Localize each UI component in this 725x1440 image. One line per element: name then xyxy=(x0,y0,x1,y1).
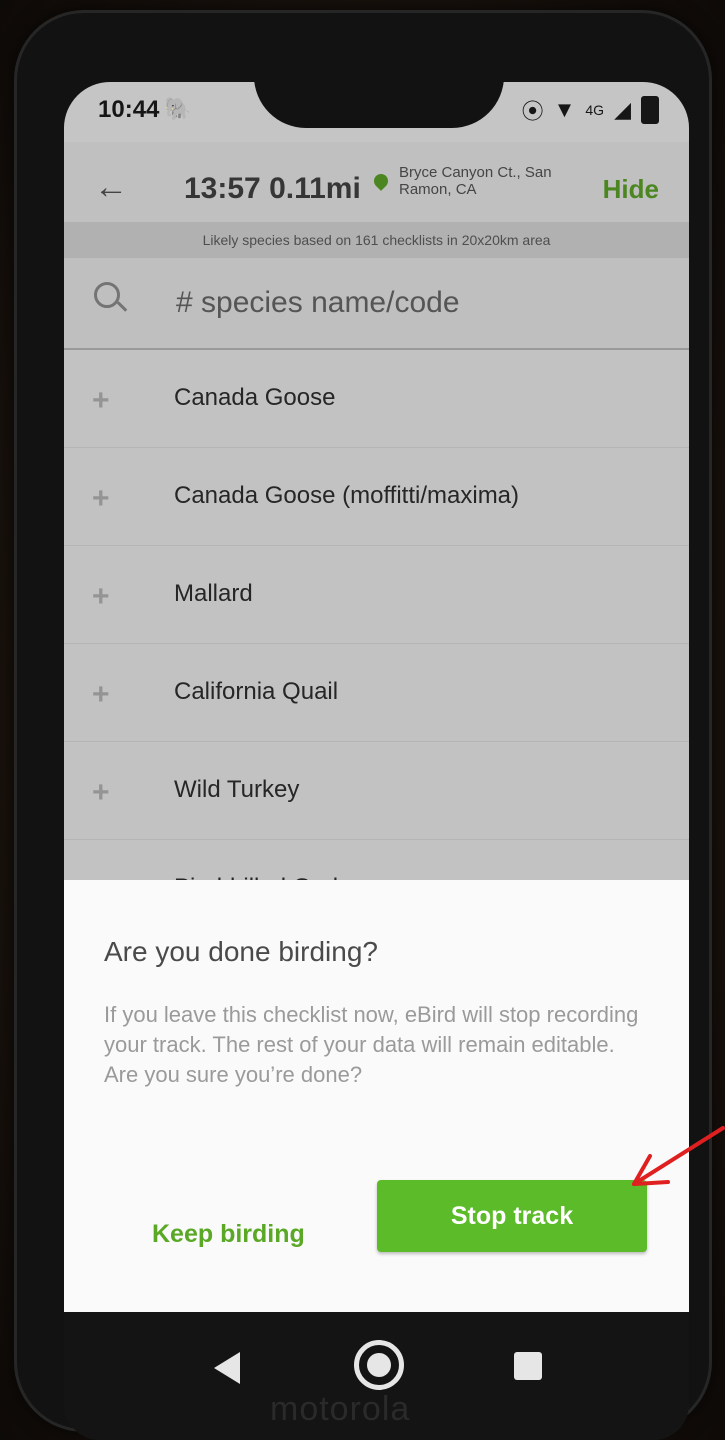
elephant-icon: 🐘 xyxy=(164,96,192,121)
device-brand: motorola xyxy=(270,1390,411,1428)
camera-notch xyxy=(254,82,504,128)
status-icons: ⦿ ▼ 4G ◢ xyxy=(522,94,659,126)
plus-icon[interactable]: + xyxy=(92,384,110,418)
species-name: Canada Goose (moffitti/maxima) xyxy=(174,482,520,509)
hide-button[interactable]: Hide xyxy=(603,174,659,205)
dialog-body: If you leave this checklist now, eBird w… xyxy=(104,1002,639,1087)
stop-track-button[interactable]: Stop track xyxy=(377,1180,647,1252)
wifi-icon: ▼ xyxy=(553,97,576,122)
dialog-title: Are you done birding? xyxy=(104,936,378,967)
plus-icon[interactable]: + xyxy=(92,580,110,614)
arrow-left-icon[interactable]: ← xyxy=(94,168,128,207)
plus-icon[interactable]: + xyxy=(92,482,110,516)
list-item[interactable]: + California Quail xyxy=(64,644,689,742)
trip-stats: 13:57 0.11mi xyxy=(184,172,361,205)
nav-home-icon[interactable] xyxy=(354,1340,404,1390)
location-label: Bryce Canyon Ct., San Ramon, CA xyxy=(399,164,552,198)
search-bar xyxy=(64,258,689,350)
plus-icon[interactable]: + xyxy=(92,776,110,810)
list-item[interactable]: + Wild Turkey xyxy=(64,742,689,840)
species-name: Mallard xyxy=(174,580,253,607)
nav-recents-icon[interactable] xyxy=(514,1352,542,1380)
location-icon: ⦿ xyxy=(521,99,544,124)
phone-body: 10:44 🐘 ⦿ ▼ 4G ◢ ← 13:57 0.11mi Bryce Ca… xyxy=(14,10,712,1440)
nav-back-icon[interactable] xyxy=(214,1352,240,1384)
species-name: California Quail xyxy=(174,678,339,705)
species-name: Canada Goose xyxy=(174,384,336,411)
list-item[interactable]: + Canada Goose (moffitti/maxima) xyxy=(64,448,689,546)
keep-birding-button[interactable]: Keep birding xyxy=(152,1220,305,1249)
confirm-dialog: Are you done birding? If you leave this … xyxy=(64,880,689,1312)
species-search-input[interactable] xyxy=(174,280,658,326)
list-item[interactable]: + Canada Goose xyxy=(64,350,689,448)
4g-icon: 4G xyxy=(585,102,605,118)
battery-icon xyxy=(641,96,659,124)
plus-icon[interactable]: + xyxy=(92,678,110,712)
phone-screen: 10:44 🐘 ⦿ ▼ 4G ◢ ← 13:57 0.11mi Bryce Ca… xyxy=(64,82,689,1440)
location-pin-icon xyxy=(371,171,391,191)
species-name: Wild Turkey xyxy=(174,776,300,803)
search-icon xyxy=(94,282,120,308)
list-item[interactable]: + Mallard xyxy=(64,546,689,644)
likely-species-subtitle: Likely species based on 161 checklists i… xyxy=(64,222,689,258)
species-list: + Canada Goose + Canada Goose (moffitti/… xyxy=(64,350,689,938)
status-time: 10:44 xyxy=(98,96,160,123)
signal-icon: ◢ xyxy=(614,97,631,122)
